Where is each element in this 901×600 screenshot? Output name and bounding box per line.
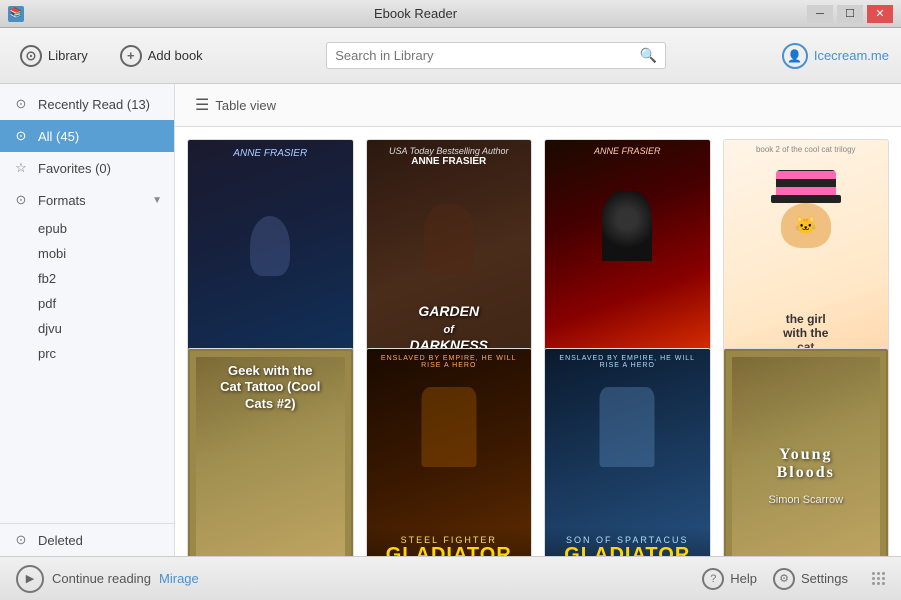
book-text-overlay: SON OF SPARTACUS GLADIATOR SIMONSCARROW <box>545 527 710 556</box>
book-grid: ANNE FRASIER PALEIMMORTAL USA Today Best… <box>175 127 901 556</box>
titlebar-controls: ─ ☐ ✕ <box>807 5 893 23</box>
settings-button[interactable]: ⚙ Settings <box>773 568 848 590</box>
warrior-art <box>421 387 476 467</box>
search-container: 🔍 <box>326 42 666 69</box>
book-card-gladiator-steel-fighter[interactable]: ENSLAVED BY EMPIRE, HE WILL RISE A HERO … <box>366 348 533 557</box>
sidebar: ⊙ Recently Read (13) ⊙ All (45) ☆ Favori… <box>0 84 175 556</box>
help-label: Help <box>730 571 757 586</box>
hat-art: 🐱 <box>776 170 836 250</box>
library-button[interactable]: ⊙ Library <box>12 41 96 71</box>
chevron-down-icon: ▼ <box>152 195 162 206</box>
library-icon: ⊙ <box>20 45 42 67</box>
search-input[interactable] <box>335 48 640 63</box>
sidebar-item-pdf[interactable]: pdf <box>0 291 174 316</box>
sidebar-item-djvu[interactable]: djvu <box>0 316 174 341</box>
help-button[interactable]: ? Help <box>702 568 757 590</box>
help-icon: ? <box>702 568 724 590</box>
toolbar: ⊙ Library + Add book 🔍 👤 Icecream.me <box>0 28 901 84</box>
user-label: Icecream.me <box>814 48 889 63</box>
warrior-art <box>600 387 655 467</box>
settings-icon: ⚙ <box>773 568 795 590</box>
sidebar-item-favorites[interactable]: ☆ Favorites (0) <box>0 152 174 184</box>
book-author-top: USA Today Bestselling Author ANNE FRASIE… <box>367 146 532 167</box>
formats-label: Formats <box>38 193 86 208</box>
book-card-young-bloods[interactable]: YoungBloods Simon Scarrow <box>723 348 890 557</box>
table-view-icon: ☰ <box>195 95 209 115</box>
sidebar-item-epub[interactable]: epub <box>0 216 174 241</box>
add-icon: + <box>120 45 142 67</box>
add-book-button[interactable]: + Add book <box>112 41 211 71</box>
search-icon[interactable]: 🔍 <box>640 47 657 64</box>
mobi-label: mobi <box>38 246 66 261</box>
book-author-top: ANNE FRASIER <box>188 148 353 159</box>
content-area: ☰ Table view ANNE FRASIER PALEIMMORTAL <box>175 84 901 556</box>
clock-icon: ⊙ <box>12 95 30 113</box>
all-icon: ⊙ <box>12 127 30 145</box>
add-book-label: Add book <box>148 48 203 63</box>
content-header: ☰ Table view <box>175 84 901 127</box>
deleted-icon: ⊙ <box>12 531 30 549</box>
close-button[interactable]: ✕ <box>867 5 893 23</box>
star-icon: ☆ <box>12 159 30 177</box>
continue-book-name[interactable]: Mirage <box>159 571 199 586</box>
all-label: All (45) <box>38 129 79 144</box>
user-account-button[interactable]: 👤 Icecream.me <box>782 43 889 69</box>
djvu-label: djvu <box>38 321 62 336</box>
sidebar-item-prc[interactable]: prc <box>0 341 174 366</box>
recently-read-label: Recently Read (13) <box>38 97 150 112</box>
deleted-label: Deleted <box>38 533 83 548</box>
bottombar: ▶ Continue reading Mirage ? Help ⚙ Setti… <box>0 556 901 600</box>
library-label: Library <box>48 48 88 63</box>
book-text-overlay: STEEL FIGHTER GLADIATOR SIMONSCARROW <box>367 527 532 556</box>
sidebar-section-main: ⊙ Recently Read (13) ⊙ All (45) ☆ Favori… <box>0 84 174 370</box>
play-button[interactable]: ▶ <box>16 565 44 593</box>
sidebar-item-formats[interactable]: ⊙ Formats ▼ <box>0 184 174 216</box>
titlebar: 📚 Ebook Reader ─ ☐ ✕ <box>0 0 901 28</box>
fb2-label: fb2 <box>38 271 56 286</box>
book-tagline: book 2 of the cool cat trilogy <box>724 145 889 154</box>
book-card-geek-cat-tattoo[interactable]: Geek with theCat Tattoo (CoolCats #2) Th… <box>187 348 354 557</box>
sidebar-item-all[interactable]: ⊙ All (45) <box>0 120 174 152</box>
bottombar-right: ? Help ⚙ Settings <box>702 568 885 590</box>
play-icon: ▶ <box>26 572 34 585</box>
book-text-overlay: Geek with theCat Tattoo (CoolCats #2) Th… <box>190 351 351 557</box>
settings-label: Settings <box>801 571 848 586</box>
sidebar-item-mobi[interactable]: mobi <box>0 241 174 266</box>
resize-grip <box>872 572 885 585</box>
book-cover-art <box>545 191 710 261</box>
user-icon: 👤 <box>782 43 808 69</box>
book-tagline: ENSLAVED BY EMPIRE, HE WILL RISE A HERO <box>545 349 710 375</box>
sidebar-item-recently-read[interactable]: ⊙ Recently Read (13) <box>0 88 174 120</box>
restore-button[interactable]: ☐ <box>837 5 863 23</box>
main-area: ⊙ Recently Read (13) ⊙ All (45) ☆ Favori… <box>0 84 901 556</box>
favorites-label: Favorites (0) <box>38 161 111 176</box>
formats-icon: ⊙ <box>12 191 30 209</box>
sidebar-item-deleted[interactable]: ⊙ Deleted <box>0 524 174 556</box>
epub-label: epub <box>38 221 67 236</box>
continue-reading-label: Continue reading <box>52 571 151 586</box>
book-tagline: ENSLAVED BY EMPIRE, HE WILL RISE A HERO <box>367 349 532 375</box>
prc-label: prc <box>38 346 56 361</box>
book-card-gladiator-son-spartacus[interactable]: ENSLAVED BY EMPIRE, HE WILL RISE A HERO … <box>544 348 711 557</box>
minimize-button[interactable]: ─ <box>807 5 833 23</box>
book-text-overlay: YoungBloods Simon Scarrow <box>726 351 887 557</box>
pdf-label: pdf <box>38 296 56 311</box>
titlebar-title: Ebook Reader <box>24 6 807 21</box>
book-author-top: ANNE FRASIER <box>545 146 710 156</box>
table-view-label: Table view <box>215 98 276 113</box>
sidebar-bottom: ⊙ Deleted <box>0 523 174 556</box>
app-icon: 📚 <box>8 6 24 22</box>
table-view-button[interactable]: ☰ Table view <box>189 92 282 118</box>
sidebar-item-fb2[interactable]: fb2 <box>0 266 174 291</box>
